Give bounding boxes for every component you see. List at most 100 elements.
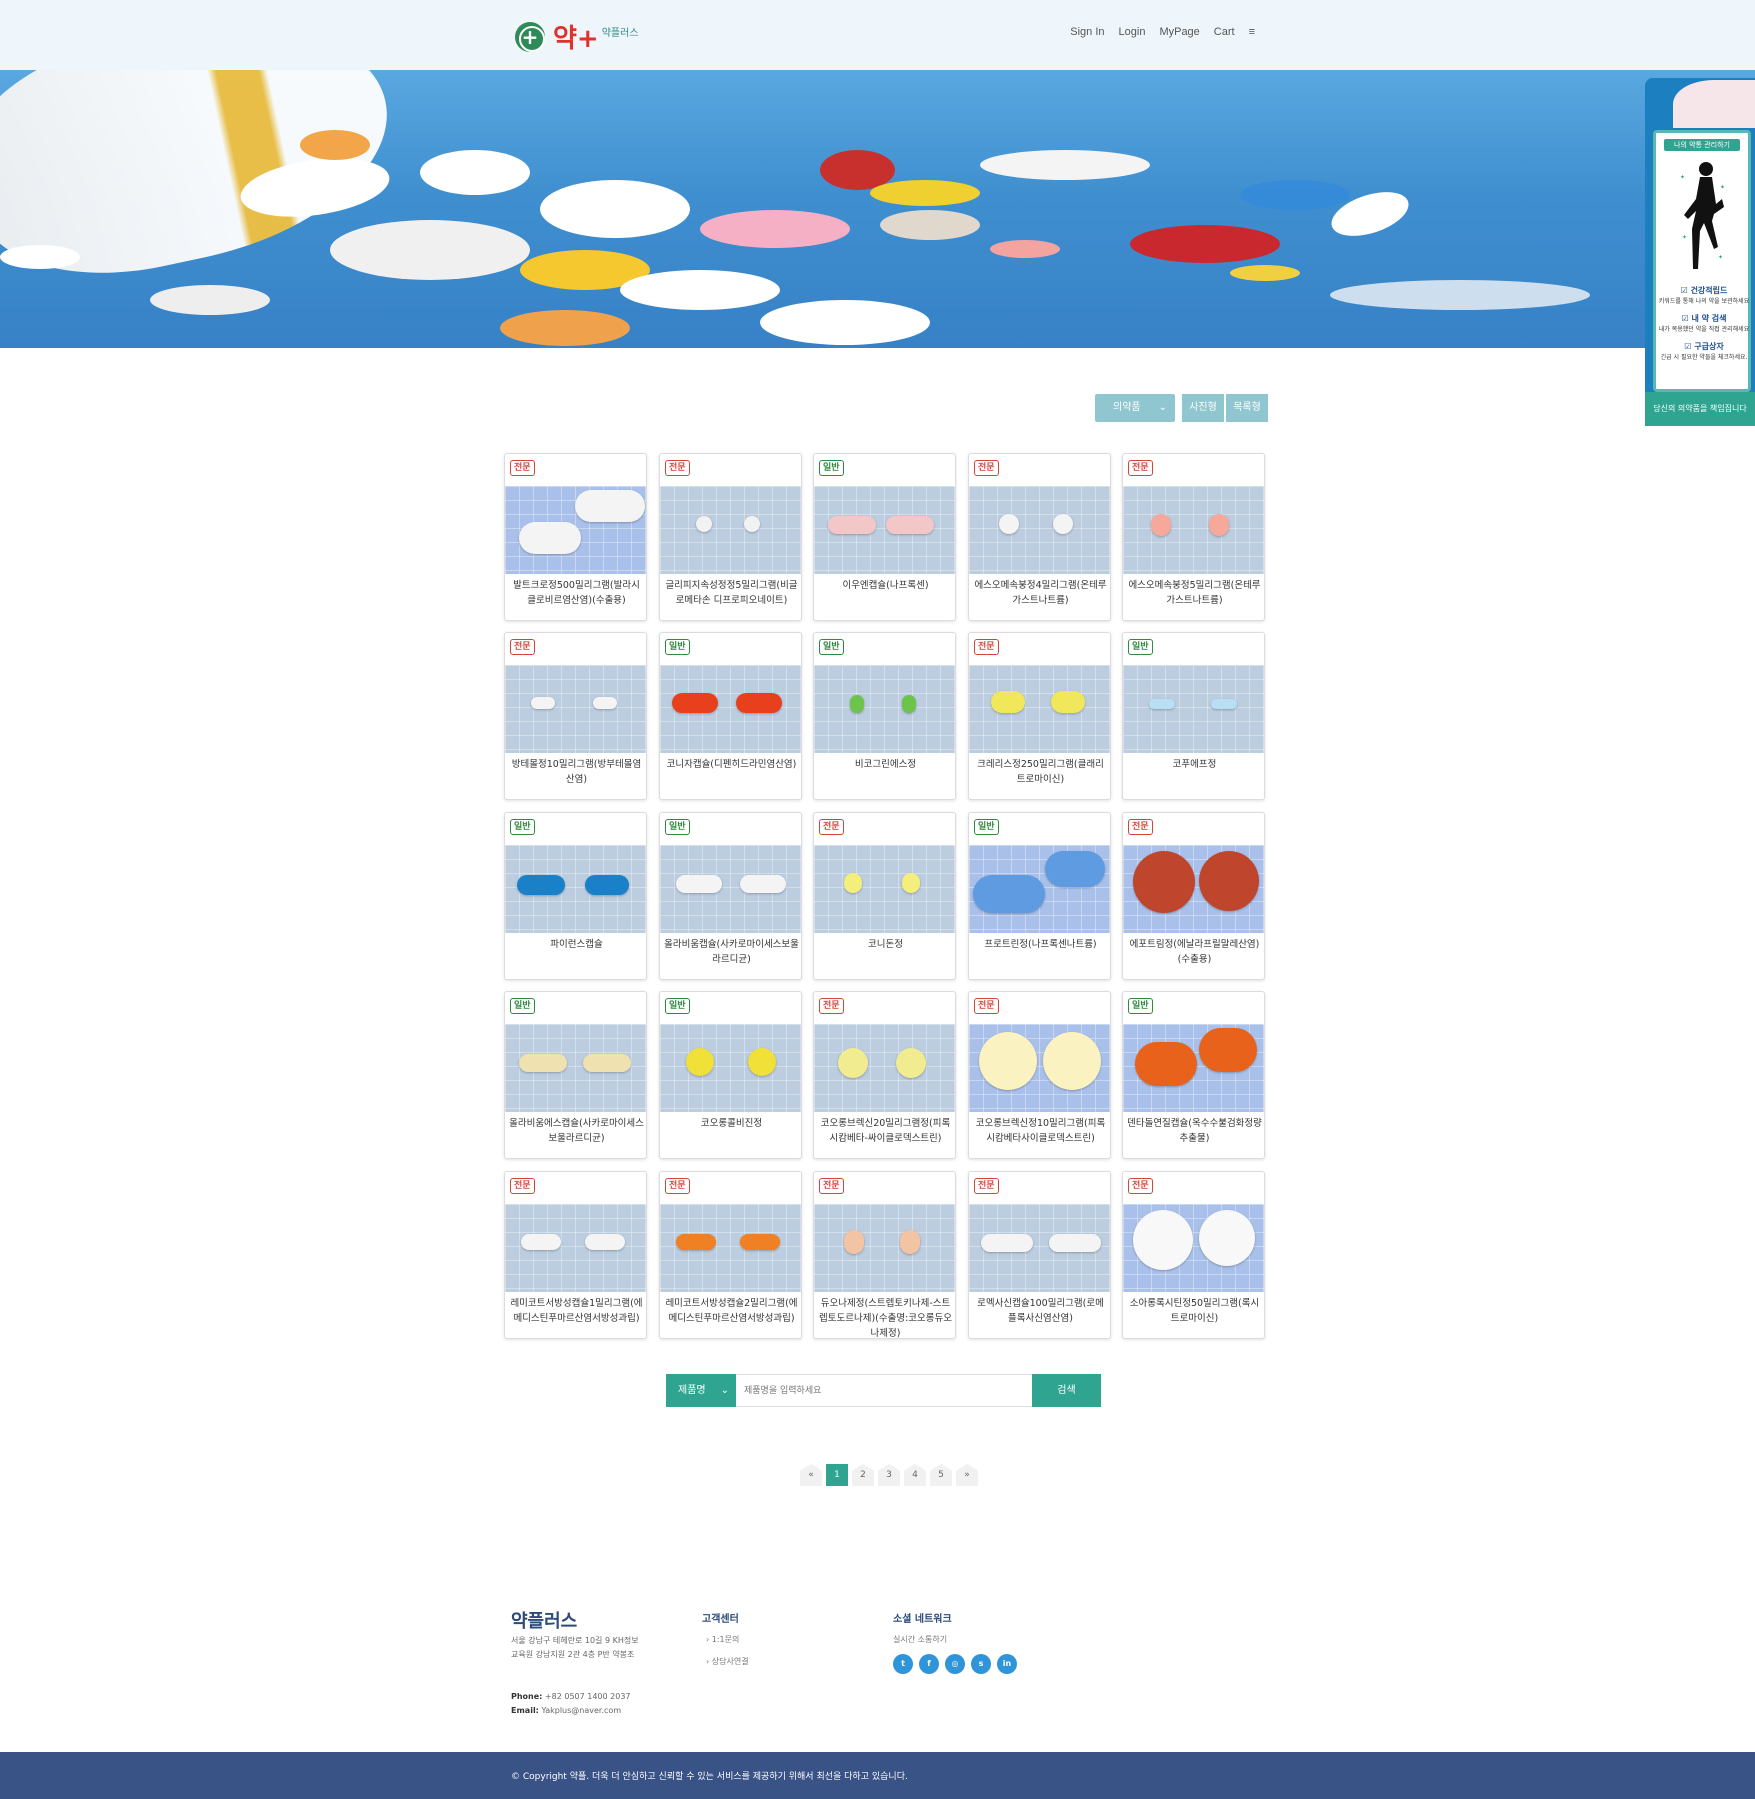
pill-image <box>420 150 530 195</box>
pill-image <box>540 180 690 238</box>
pill-shape <box>1053 514 1073 534</box>
product-card[interactable]: 전문 방테몰정10밀리그램(방부테몰염산염) <box>504 632 647 800</box>
page-1[interactable]: 1 <box>826 1464 848 1486</box>
twitter-icon[interactable]: t <box>893 1654 913 1674</box>
pill-image <box>0 245 80 269</box>
category-select[interactable]: 의약품 ⌄ <box>1095 394 1175 422</box>
product-card[interactable]: 일반 파이런스캡슐 <box>504 812 647 980</box>
pill-shape <box>1045 851 1105 887</box>
pill-shape <box>585 1234 625 1250</box>
product-card[interactable]: 전문 듀오나제정(스트렙토키나제-스트렙토도르나제)(수출명:코오롱듀오나제정) <box>813 1171 956 1339</box>
copyright-bar: © Copyright 약플. 더욱 더 안심하고 신뢰할 수 있는 서비스를 … <box>0 1752 1755 1799</box>
product-image <box>814 845 955 933</box>
nav-login[interactable]: Login <box>1119 26 1146 38</box>
product-card[interactable]: 전문 크레리스정250밀리그램(클래리트로마이신) <box>968 632 1111 800</box>
product-card[interactable]: 일반 이우엔캡슐(나프록센) <box>813 453 956 621</box>
top-nav: Sign In Login MyPage Cart ≡ <box>1070 26 1255 38</box>
menu-icon[interactable]: ≡ <box>1249 26 1255 38</box>
nav-cart[interactable]: Cart <box>1214 26 1235 38</box>
product-name: 발트크로정500밀리그램(발라시클로비르염산염)(수출용) <box>513 580 640 606</box>
search-type-select[interactable]: 제품명 ⌄ <box>666 1374 736 1407</box>
page-prev[interactable]: « <box>800 1464 822 1486</box>
view-list-button[interactable]: 목록형 <box>1226 394 1268 422</box>
product-name: 에포트림정(에날라프릴말레산염)(수출용) <box>1129 939 1260 965</box>
product-card[interactable]: 일반 코푸에프정 <box>1122 632 1265 800</box>
product-card[interactable]: 전문 레미코트서방성캡슐1밀리그램(에메디스틴푸마르산염서방성과립) <box>504 1171 647 1339</box>
product-name: 코니돈정 <box>868 939 903 950</box>
product-card[interactable]: 일반 코니자캡슐(디펜히드라민염산염) <box>659 632 802 800</box>
facebook-icon[interactable]: f <box>919 1654 939 1674</box>
product-image <box>969 845 1110 933</box>
page: + 약+ 약플러스 Sign In Login MyPage Cart ≡ 나의… <box>0 0 1755 1799</box>
search-button[interactable]: 검색 <box>1032 1374 1101 1407</box>
product-image <box>814 486 955 574</box>
pill-image <box>300 130 370 160</box>
nav-mypage[interactable]: MyPage <box>1159 26 1199 38</box>
pill-shape <box>593 697 617 709</box>
search-input[interactable] <box>736 1374 1032 1407</box>
product-card[interactable]: 전문 에포트림정(에날라프릴말레산염)(수출용) <box>1122 812 1265 980</box>
product-name: 레미코트서방성캡슐2밀리그램(에메디스틴푸마르산염서방성과립) <box>665 1298 798 1324</box>
product-name: 이우엔캡슐(나프록센) <box>842 580 929 591</box>
side-widget-header <box>1673 80 1755 128</box>
product-image <box>1123 845 1264 933</box>
pill-shape <box>744 516 760 532</box>
product-card[interactable]: 전문 에스오메속붕정5밀리그램(온테루가스트나트륨) <box>1122 453 1265 621</box>
pill-shape <box>902 695 916 713</box>
pill-shape <box>1133 1210 1193 1270</box>
product-name: 로멕사신캡슐100밀리그램(로메플록사신염산염) <box>977 1298 1104 1324</box>
pill-shape <box>740 875 786 893</box>
product-card[interactable]: 전문 소아롱록시틴정50밀리그램(록시트로마이신) <box>1122 1171 1265 1339</box>
product-card[interactable]: 일반 올라비움캡슐(사카로마이세스보울라르디균) <box>659 812 802 980</box>
product-card[interactable]: 전문 코니돈정 <box>813 812 956 980</box>
skype-icon[interactable]: s <box>971 1654 991 1674</box>
product-name: 에스오메속붕정5밀리그램(온테루가스트나트륨) <box>1128 580 1261 606</box>
product-card[interactable]: 일반 덴타돌연질캡슐(옥수수불검화정량추출물) <box>1122 991 1265 1159</box>
product-card[interactable]: 전문 발트크로정500밀리그램(발라시클로비르염산염)(수출용) <box>504 453 647 621</box>
side-widget-cta[interactable]: 당신의 의약품을 책임집니다 <box>1645 392 1755 426</box>
product-card[interactable]: 전문 글리피지속성정정5밀리그램(비글로메타손 디프로피오네이트) <box>659 453 802 621</box>
product-card[interactable]: 전문 에스오메속붕정4밀리그램(온테루가스트나트륨) <box>968 453 1111 621</box>
product-card[interactable]: 일반 코오롱콜비진정 <box>659 991 802 1159</box>
product-name: 코푸에프정 <box>1172 759 1217 770</box>
pill-image <box>1230 265 1300 281</box>
instagram-icon[interactable]: ◎ <box>945 1654 965 1674</box>
site-header: + 약+ 약플러스 Sign In Login MyPage Cart ≡ <box>0 0 1755 70</box>
page-3[interactable]: 3 <box>878 1464 900 1486</box>
view-photo-button[interactable]: 사진형 <box>1182 394 1224 422</box>
pill-shape <box>575 490 645 522</box>
pill-shape <box>1151 514 1171 536</box>
product-card[interactable]: 일반 프로트린정(나프록센나트륨) <box>968 812 1111 980</box>
product-card[interactable]: 전문 레미코트서방성캡슐2밀리그램(에메디스틴푸마르산염서방성과립) <box>659 1171 802 1339</box>
product-type-badge: 전문 <box>665 460 690 476</box>
pill-shape <box>844 1230 864 1254</box>
footer-brand: 약플러스 <box>511 1611 578 1632</box>
page-next[interactable]: » <box>956 1464 978 1486</box>
site-logo[interactable]: + 약+ 약플러스 <box>515 18 639 55</box>
nav-sign-in[interactable]: Sign In <box>1070 26 1104 38</box>
linkedin-icon[interactable]: in <box>997 1654 1017 1674</box>
product-type-badge: 전문 <box>510 639 535 655</box>
product-type-badge: 전문 <box>974 460 999 476</box>
product-card[interactable]: 전문 로멕사신캡슐100밀리그램(로메플록사신염산염) <box>968 1171 1111 1339</box>
svg-text:✦: ✦ <box>1718 254 1723 261</box>
product-type-badge: 전문 <box>974 639 999 655</box>
pill-shape <box>1199 1028 1257 1072</box>
page-2[interactable]: 2 <box>852 1464 874 1486</box>
pill-shape <box>1149 699 1175 709</box>
product-type-badge: 일반 <box>510 998 535 1014</box>
page-4[interactable]: 4 <box>904 1464 926 1486</box>
product-card[interactable]: 일반 비코그린에스정 <box>813 632 956 800</box>
side-widget-card[interactable]: 나의 약통 관리하기 ✦ ✦ ✦ ✦ ☑ 건강적립드 키워드를 통해 나의 약을… <box>1653 130 1751 392</box>
footer-link-inquiry[interactable]: › 1:1문의 <box>706 1634 739 1645</box>
product-card[interactable]: 전문 코오롱브렉신정10밀리그램(피록시캄베타사이클로덱스트린) <box>968 991 1111 1159</box>
search-bar: 제품명⌄ 검색 <box>666 1374 1101 1407</box>
product-card[interactable]: 전문 코오롱브렉신20밀리그램정(피록시캄베타-싸이클로덱스트린) <box>813 991 956 1159</box>
product-card[interactable]: 일반 올라비움에스캡슐(사카로마이세스보울라르디균) <box>504 991 647 1159</box>
product-image <box>660 1204 801 1292</box>
page-5[interactable]: 5 <box>930 1464 952 1486</box>
footer-link-counselor[interactable]: › 상담사연결 <box>706 1656 749 1667</box>
pill-shape <box>1135 1042 1197 1086</box>
side-widget: 나의 약통 관리하기 ✦ ✦ ✦ ✦ ☑ 건강적립드 키워드를 통해 나의 약을… <box>1645 78 1755 426</box>
pill-shape <box>686 1048 714 1076</box>
